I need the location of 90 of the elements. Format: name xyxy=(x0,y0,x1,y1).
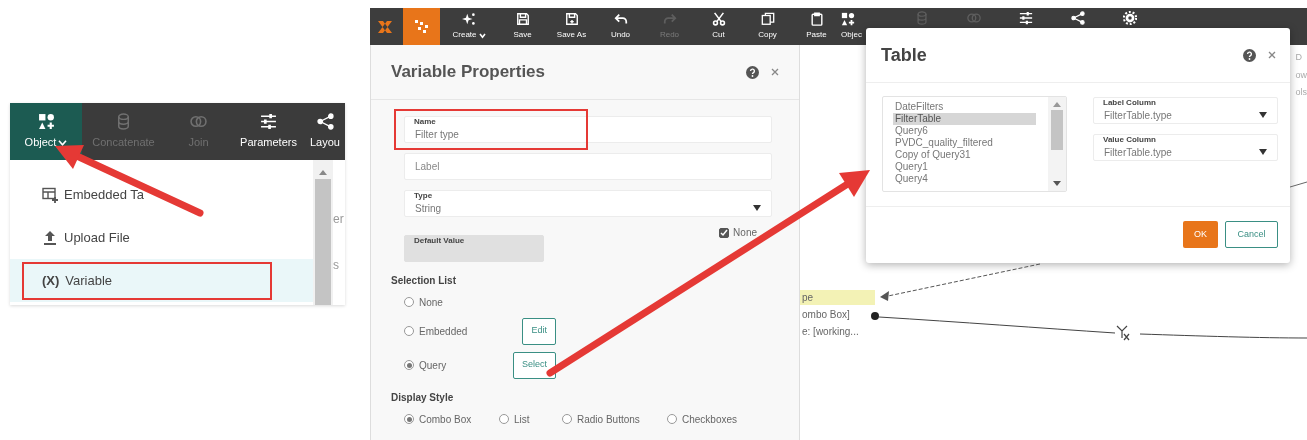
list-item[interactable]: Query6 xyxy=(893,125,1036,137)
radio-button[interactable] xyxy=(499,414,509,424)
radio-button[interactable] xyxy=(404,360,414,370)
radio-label: Checkboxes xyxy=(682,412,738,427)
connector-line xyxy=(1289,181,1307,188)
text-field[interactable]: Label xyxy=(404,153,772,180)
radio-button[interactable] xyxy=(562,414,572,424)
copy-icon xyxy=(760,12,775,26)
background-text: er xyxy=(333,211,345,228)
list-box[interactable]: DateFilters FilterTable Query6 PVDC_quality_filtered Copy of Query31 Query1 Query4 xyxy=(882,96,1067,192)
panel-title: Variable Properties xyxy=(391,61,546,84)
field-label: Value Column xyxy=(1103,135,1156,144)
toolbar-button[interactable]: Create xyxy=(440,8,498,45)
toolbar-button[interactable]: Object xyxy=(10,103,82,160)
sliders-icon xyxy=(260,112,277,130)
caret-icon xyxy=(1259,112,1267,118)
help-icon[interactable] xyxy=(746,65,759,79)
radio-button[interactable] xyxy=(404,297,414,307)
floppy-disk-icon xyxy=(515,12,530,26)
radio-label: Combo Box xyxy=(419,412,472,427)
help-icon[interactable] xyxy=(1243,48,1256,62)
caret-icon xyxy=(753,205,761,211)
share-nodes-icon xyxy=(316,112,334,130)
shapes-icon xyxy=(841,12,855,26)
scrollbar[interactable] xyxy=(313,160,333,305)
cylinder-icon xyxy=(115,112,132,130)
list-item[interactable]: Copy of Query31 xyxy=(893,149,1036,161)
shapes-icon xyxy=(37,112,55,130)
toolbar-button[interactable]: Paste xyxy=(792,8,841,45)
list-item[interactable]: Query4 xyxy=(893,173,1036,185)
cancel-button[interactable]: Cancel xyxy=(1225,221,1278,248)
upload-icon xyxy=(42,229,58,246)
table-plus-icon xyxy=(42,186,58,203)
section-heading: Display Style xyxy=(390,390,455,405)
radio-button[interactable] xyxy=(404,326,414,336)
close-icon[interactable] xyxy=(1268,51,1276,59)
list-item[interactable]: PVDC_quality_filtered xyxy=(893,137,1036,149)
scroll-down-icon[interactable] xyxy=(1053,181,1061,186)
radio-label: None xyxy=(419,295,443,310)
scroll-up-icon[interactable] xyxy=(319,170,327,175)
list-item[interactable]: DateFilters xyxy=(893,101,1036,113)
section-heading: Selection List xyxy=(390,273,457,288)
toolbar-button[interactable]: Parameters xyxy=(232,103,305,160)
toolbar-button[interactable]: Objec xyxy=(841,8,866,45)
scrollbar[interactable] xyxy=(1048,97,1066,191)
redo-icon xyxy=(662,12,677,26)
background-text: ols xyxy=(1295,86,1307,99)
field-label: Label Column xyxy=(1103,98,1156,107)
clipboard-icon xyxy=(809,12,824,26)
grid-icon xyxy=(413,18,430,35)
chevron-icon xyxy=(478,31,486,39)
radio-label: Embedded xyxy=(419,324,468,339)
ok-button[interactable]: OK xyxy=(1183,221,1218,248)
toolbar-button[interactable]: Save xyxy=(498,8,547,45)
list-item[interactable]: Query1 xyxy=(893,161,1036,173)
list-item[interactable]: FilterTable xyxy=(893,113,1036,125)
dialog-title: Table xyxy=(881,43,927,67)
field-label: Name xyxy=(414,117,436,126)
radio-button[interactable] xyxy=(667,414,677,424)
menu-item[interactable]: Upload File xyxy=(10,216,313,259)
toolbar-button[interactable]: Copy xyxy=(743,8,792,45)
field-label: Type xyxy=(414,191,433,200)
background-text: ow xyxy=(1295,68,1307,82)
sparkle-icon xyxy=(462,12,476,26)
menu-item[interactable]: Embedded Ta xyxy=(10,173,313,216)
scissors-icon xyxy=(711,12,726,26)
radio-label: List xyxy=(514,412,530,427)
action-button[interactable]: Edit xyxy=(522,317,556,345)
chevron-icon xyxy=(58,137,68,147)
checkbox[interactable] xyxy=(719,227,730,238)
radio-label: Radio Buttons xyxy=(577,412,640,427)
home-button[interactable] xyxy=(403,8,440,45)
menu-item[interactable]: (X) Variable xyxy=(10,259,313,302)
checkbox-label: None xyxy=(733,226,757,240)
filter-icon xyxy=(1116,325,1130,341)
field-label: Default Value xyxy=(414,236,465,245)
radio-label: Query xyxy=(419,358,447,373)
toolbar-button[interactable]: Layou xyxy=(305,103,345,160)
node-row: pe xyxy=(800,290,875,305)
toolbar-button[interactable]: Save As xyxy=(547,8,596,45)
scroll-up-icon[interactable] xyxy=(1053,102,1061,107)
action-button[interactable]: Select xyxy=(513,351,556,379)
toolbar-button[interactable]: Cut xyxy=(694,8,743,45)
close-icon[interactable] xyxy=(771,68,779,76)
undo-icon xyxy=(613,12,628,26)
caret-icon xyxy=(1259,149,1267,155)
toolbar-button[interactable]: Undo xyxy=(596,8,645,45)
radio-button[interactable] xyxy=(404,414,414,424)
background-text: D xyxy=(1295,51,1303,64)
background-text: s xyxy=(333,257,340,274)
